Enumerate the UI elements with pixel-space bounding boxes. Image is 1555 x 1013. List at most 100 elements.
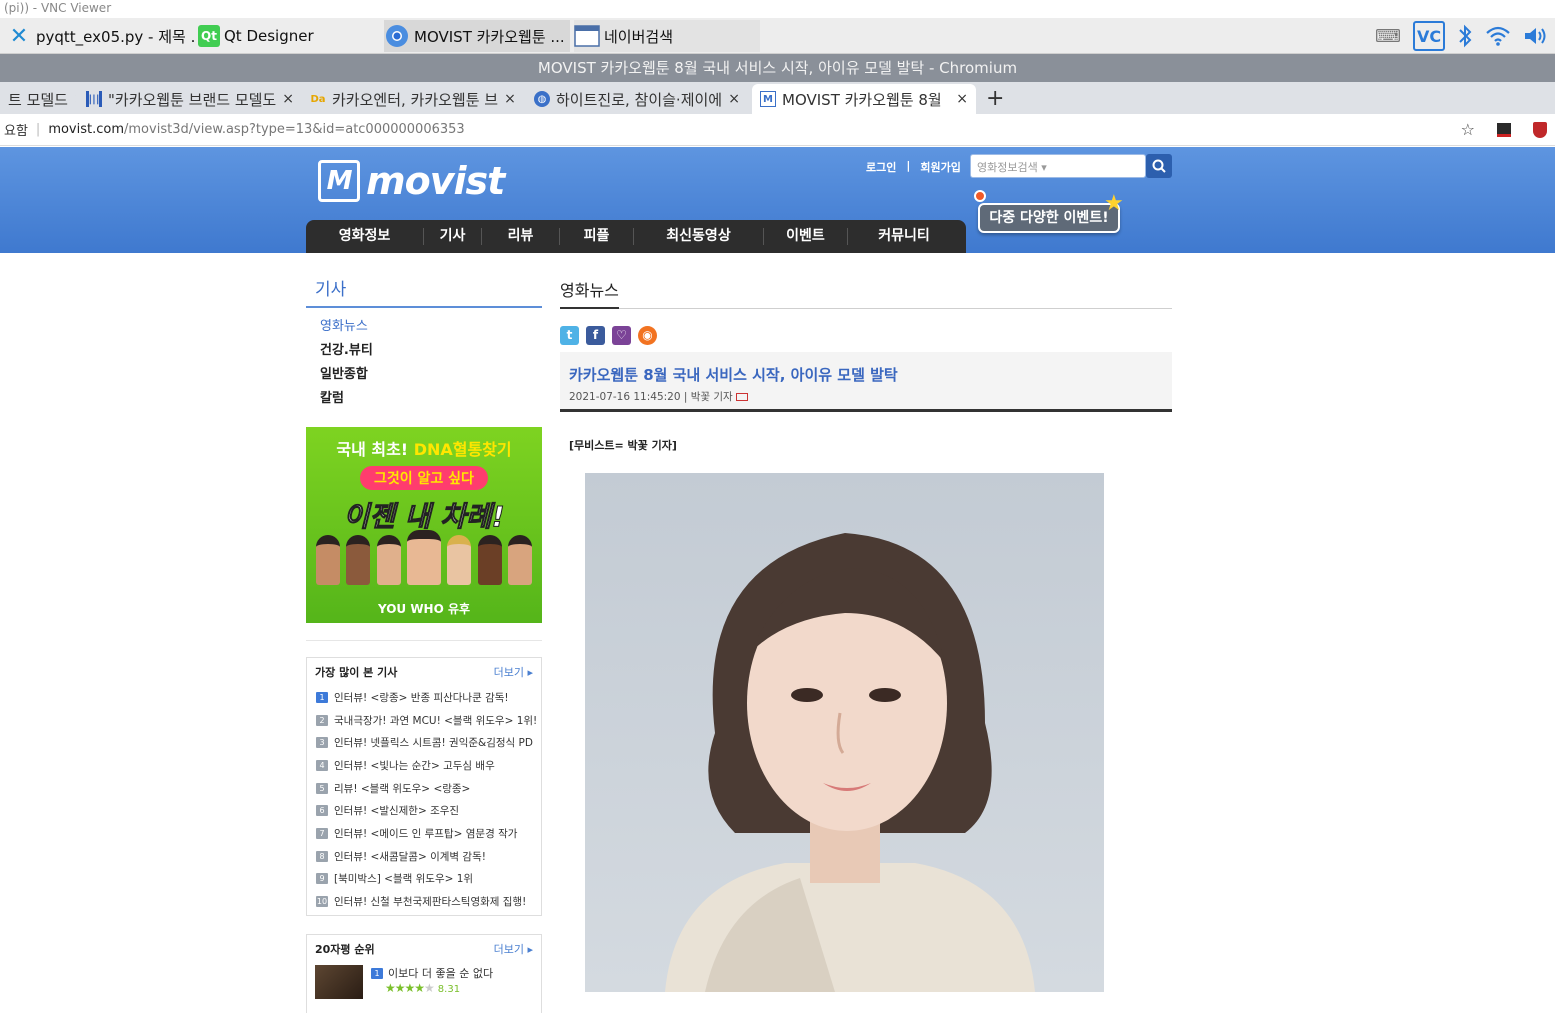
movist-logo[interactable]: M movist — [318, 159, 505, 203]
sidebar-title: 기사 — [306, 278, 542, 308]
nav-people[interactable]: 피플 — [560, 228, 634, 245]
list-item[interactable]: 5 리뷰! <블랙 위도우> <랑종> — [316, 777, 541, 800]
mail-icon[interactable] — [736, 393, 749, 401]
nav-articles[interactable]: 기사 — [424, 228, 482, 245]
bookmark-star-icon[interactable]: ☆ — [1461, 120, 1475, 139]
sidebar-item-health-beauty[interactable]: 건강.뷰티 — [320, 340, 373, 364]
facebook-icon[interactable]: f — [586, 326, 605, 345]
list-item-title: 인터뷰! <빛나는 순간> 고두심 배우 — [334, 759, 495, 772]
rating-score: 8.31 — [437, 984, 461, 995]
nav-movie-info[interactable]: 영화정보 — [306, 228, 424, 245]
portrait-illustration — [585, 473, 1104, 992]
close-icon[interactable]: × — [282, 91, 294, 107]
star-rating-icon: ★★★★★ 8.31 — [385, 981, 461, 995]
main-navigation: 영화정보 기사 리뷰 피플 최신동영상 이벤트 커뮤니티 — [306, 220, 966, 253]
list-item[interactable]: 1 인터뷰! <랑종> 반종 피산다나쿤 감독! — [316, 686, 541, 709]
list-item-title: 인터뷰! 넷플릭스 시트콤! 권익준&김정식 PD — [334, 737, 533, 750]
face-illustration — [316, 535, 340, 585]
rank-3-icon: 3 — [316, 737, 328, 749]
close-icon[interactable]: × — [74, 91, 76, 107]
article-title: 카카오웹툰 8월 국내 서비스 시작, 아이유 모델 발탁 — [569, 366, 898, 384]
list-item[interactable]: 7 인터뷰! <메이드 인 루프탑> 염문경 작가 — [316, 822, 541, 845]
list-item[interactable]: 9 [북미박스] <블랙 위도우> 1위 — [316, 868, 541, 891]
taskbar-item-qt-designer[interactable]: Qt Qt Designer — [198, 20, 378, 52]
ad-headline-emphasis: DNA혈통찾기 — [413, 440, 512, 459]
url-host: movist.com — [48, 122, 125, 137]
wifi-icon[interactable] — [1485, 25, 1511, 47]
star-icon: ★ — [1104, 191, 1124, 216]
sidebar-item-movie-news[interactable]: 영화뉴스 — [320, 316, 373, 340]
nav-reviews[interactable]: 리뷰 — [482, 228, 560, 245]
taskbar-item-label: Qt Designer — [224, 27, 314, 45]
messenger-icon[interactable]: ♡ — [612, 326, 631, 345]
ad-brand: YOU WHO 유후 — [377, 602, 471, 616]
most-viewed-more-link[interactable]: 더보기 ▸ — [494, 664, 533, 680]
list-item[interactable]: 3 인터뷰! 넷플릭스 시트콤! 권익준&김정식 PD — [316, 731, 541, 754]
search-button[interactable] — [1146, 154, 1172, 178]
rss-icon[interactable]: ◉ — [638, 326, 657, 345]
most-viewed-title: 가장 많이 본 기사 — [315, 666, 398, 679]
taskbar-item-label: MOVIST 카카오웹툰 ... — [414, 27, 565, 46]
close-icon[interactable]: × — [728, 91, 740, 107]
daum-favicon-icon: Da — [310, 93, 326, 105]
volume-icon[interactable] — [1523, 25, 1549, 47]
login-link[interactable]: 로그인 — [866, 159, 896, 175]
sidebar-item-general[interactable]: 일반종합 — [320, 364, 373, 388]
face-illustration — [507, 535, 532, 585]
search-category-input[interactable]: 영화정보검색 ▾ — [970, 154, 1146, 178]
top-link-divider: | — [906, 159, 911, 172]
shield-extension-icon[interactable] — [1533, 121, 1547, 138]
dna-ad-banner[interactable]: 국내 최초! DNA혈통찾기 그것이 알고 싶다 이젠 내 차례! YOU WH… — [306, 427, 542, 623]
address-bar[interactable]: 요함 | movist.com /movist3d/view.asp?type=… — [0, 114, 1555, 146]
rank-2-icon: 2 — [316, 714, 328, 726]
taskbar-item-vscode[interactable]: ✕ pyqtt_ex05.py - 제목 ... — [6, 20, 194, 52]
close-icon[interactable]: × — [956, 91, 968, 107]
sidebar-menu: 영화뉴스 건강.뷰티 일반종합 칼럼 — [320, 316, 373, 412]
keyboard-icon[interactable]: ⌨ — [1375, 26, 1401, 47]
face-illustration — [406, 530, 441, 585]
extension-icon[interactable] — [1497, 122, 1511, 137]
rating-more-link[interactable]: 더보기 ▸ — [494, 941, 533, 957]
ad-faces-illustration — [316, 530, 532, 585]
list-item[interactable]: 8 인터뷰! <새콤달콤> 이계벽 감독! — [316, 845, 541, 868]
list-item[interactable]: 6 인터뷰! <발신제한> 조우진 — [316, 799, 541, 822]
taskbar-item-chromium[interactable]: MOVIST 카카오웹툰 ... — [384, 20, 570, 52]
new-tab-button[interactable]: + — [986, 86, 1004, 111]
close-icon[interactable]: × — [504, 91, 516, 107]
movie-thumbnail[interactable] — [315, 965, 363, 999]
nav-community[interactable]: 커뮤니티 — [848, 228, 960, 245]
rank-4-icon: 4 — [316, 759, 328, 771]
sidebar-item-column[interactable]: 칼럼 — [320, 388, 373, 412]
article-header: 카카오웹툰 8월 국내 서비스 시작, 아이유 모델 발탁 2021-07-16… — [560, 352, 1172, 412]
rank-9-icon: 9 — [316, 873, 328, 885]
site-info-label[interactable]: 요함 — [0, 120, 28, 139]
chromium-icon — [384, 23, 410, 49]
movist-logo-mark-icon: M — [318, 160, 360, 202]
article-byline: [무비스트= 박꽃 기자] — [569, 439, 677, 452]
ad-slogan: 이젠 내 차례! — [343, 500, 505, 534]
list-item[interactable]: 4 인터뷰! <빛나는 순간> 고두심 배우 — [316, 754, 541, 777]
nav-latest-videos[interactable]: 최신동영상 — [634, 228, 764, 245]
tab-3[interactable]: Da 카카오엔터, 카카오웹툰 브 × — [302, 84, 522, 114]
tab-5-active[interactable]: M MOVIST 카카오웹툰 8월 × — [752, 84, 976, 114]
list-item[interactable]: 2 국내극장가! 과연 MCU! <블랙 위도우> 1위! — [316, 709, 541, 732]
nav-events[interactable]: 이벤트 — [764, 228, 848, 245]
rank-6-icon: 6 — [316, 805, 328, 817]
most-viewed-header: 가장 많이 본 기사 더보기 ▸ — [307, 658, 541, 686]
bluetooth-icon[interactable] — [1457, 24, 1473, 48]
system-tray: ⌨ VC — [1375, 20, 1549, 52]
twitter-icon[interactable]: t — [560, 326, 579, 345]
taskbar: ✕ pyqtt_ex05.py - 제목 ... Qt Qt Designer … — [0, 18, 1555, 54]
sidebar-divider — [306, 640, 542, 641]
window-icon — [574, 23, 600, 49]
vnc-icon[interactable]: VC — [1413, 21, 1445, 51]
rank-7-icon: 7 — [316, 827, 328, 839]
tab-4[interactable]: ◍ 하이트진로, 참이슬·제이에 × — [526, 84, 748, 114]
event-banner[interactable]: 다중 다양한 이벤트! — [978, 203, 1120, 233]
join-link[interactable]: 회원가입 — [920, 159, 960, 175]
list-item[interactable]: 10 인터뷰! 신철 부천국제판타스틱영화제 집행! — [316, 890, 541, 913]
taskbar-item-naver[interactable]: 네이버검색 — [574, 20, 760, 52]
tab-2[interactable]: ||| "카카오웹툰 브랜드 모델도 × — [78, 84, 298, 114]
tab-1[interactable]: 트 모델드 × — [0, 84, 76, 114]
list-item[interactable]: 1 이보다 더 좋을 순 없다 ★★★★★ 8.31 — [307, 963, 541, 1001]
